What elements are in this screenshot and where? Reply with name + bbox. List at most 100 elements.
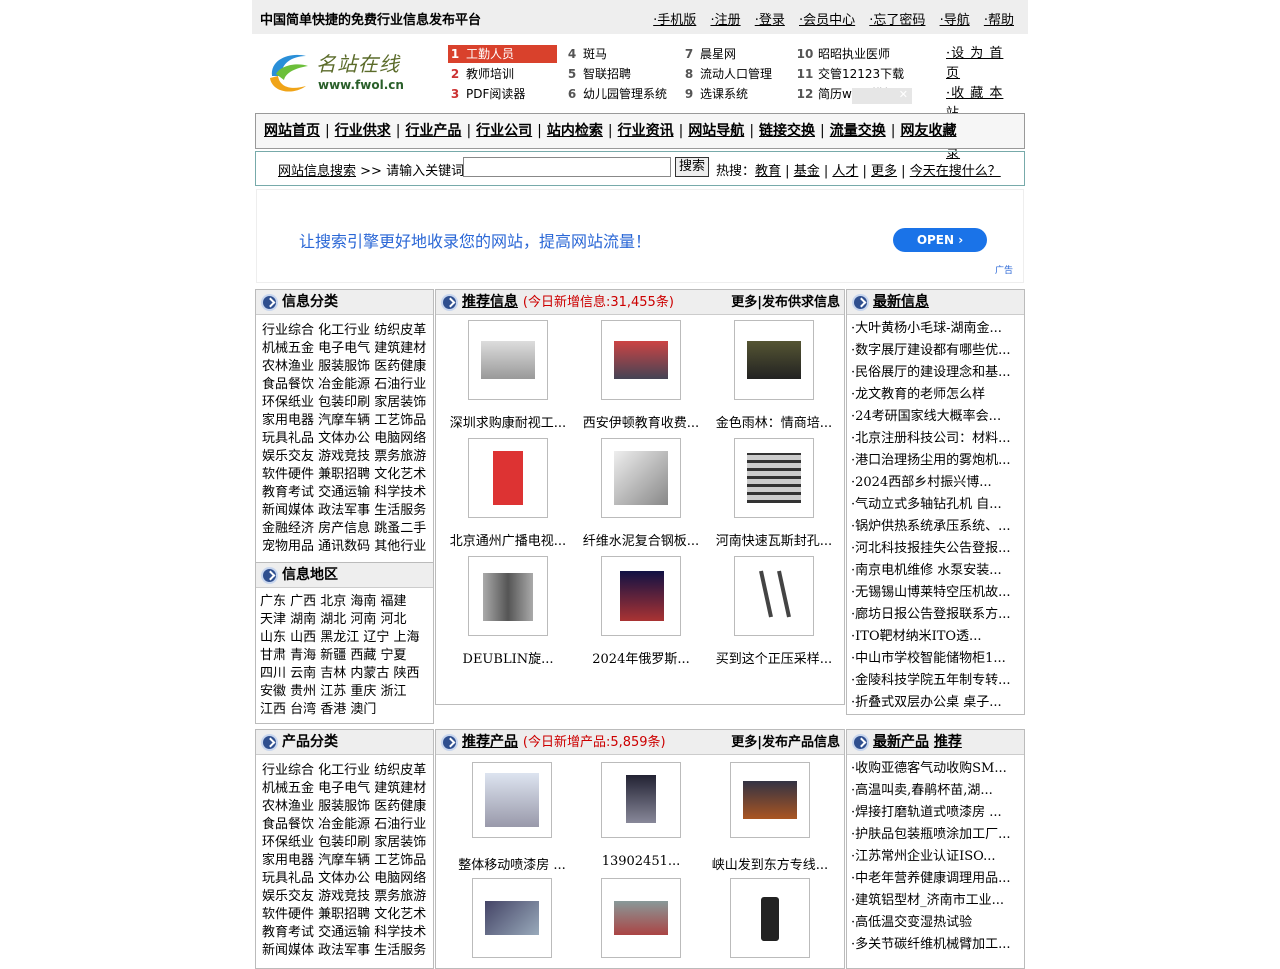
hot-item[interactable]: 8 流动人口管理 (682, 65, 772, 83)
set-homepage-link[interactable]: ·设 为 首 页 (946, 44, 1016, 84)
list-item[interactable]: ·建筑铝型材_济南市工业... (851, 890, 1011, 912)
category-row[interactable]: 家用电器 汽摩车辆 工艺饰品 (262, 412, 426, 430)
more-link[interactable]: 更多 (871, 164, 897, 179)
list-item[interactable]: ·河北科技报挂失公告登报... (851, 538, 1011, 560)
category-row[interactable]: 食品餐饮 冶金能源 石油行业 (262, 376, 426, 394)
category-row[interactable]: 教育考试 交通运输 科学技术 (262, 484, 426, 502)
nav-search[interactable]: 站内检索 (547, 123, 603, 139)
recommend-link[interactable]: 推荐 (934, 734, 962, 750)
site-search-link[interactable]: 网站信息搜索 (278, 164, 356, 179)
category-row[interactable]: 环保纸业 包装印刷 家居装饰 (262, 394, 426, 412)
list-item[interactable]: ·廊坊日报公告登报联系方... (851, 604, 1011, 626)
nav-products[interactable]: 行业产品 (405, 123, 461, 139)
list-item[interactable]: ·中山市学校智能储物柜1... (851, 648, 1011, 670)
site-logo[interactable]: 名站在线 www.fwol.cn (266, 46, 412, 98)
member-center-link[interactable]: ·会员中心 (799, 13, 855, 28)
list-item[interactable]: ·ITO靶材纳米ITO透... (851, 626, 1011, 648)
category-row[interactable]: 家用电器 汽摩车辆 工艺饰品 (262, 852, 426, 870)
list-item[interactable]: ·南京电机维修 水泵安装... (851, 560, 1011, 582)
register-link[interactable]: ·注册 (710, 13, 740, 28)
list-item[interactable]: ·大叶黄杨小毛球-湖南金... (851, 318, 1011, 340)
category-row[interactable]: 软件硬件 兼职招聘 文化艺术 (262, 466, 426, 484)
list-item[interactable]: ·护肤品包装瓶喷涂加工厂... (851, 824, 1011, 846)
category-row[interactable]: 教育考试 交通运输 科学技术 (262, 924, 426, 942)
hot-item[interactable]: 4 斑马 (565, 45, 607, 63)
panel-title[interactable]: 推荐信息 (462, 294, 518, 310)
category-row[interactable]: 行业综合 化工行业 纺织皮革 (262, 322, 426, 340)
panel-title[interactable]: 最新信息 (873, 290, 929, 315)
list-item[interactable]: ·收购亚德客气动收购SM... (851, 758, 1011, 780)
more-publish-link[interactable]: 更多|发布供求信息 (731, 290, 840, 315)
list-item[interactable]: ·高温叫卖,春鹃杯苗,湖... (851, 780, 1011, 802)
category-row[interactable]: 软件硬件 兼职招聘 文化艺术 (262, 906, 426, 924)
category-row[interactable]: 玩具礼品 文体办公 电脑网络 (262, 430, 426, 448)
nav-link-exchange[interactable]: 链接交换 (759, 123, 815, 139)
search-button[interactable]: 搜索 (675, 157, 709, 177)
hot-item[interactable]: 5 智联招聘 (565, 65, 631, 83)
hot-item[interactable]: 11 交管12123下载 (796, 65, 905, 83)
mobile-link[interactable]: ·手机版 (653, 13, 696, 28)
category-row[interactable]: 农林渔业 服装服饰 医药健康 (262, 358, 426, 376)
panel-title[interactable]: 最新产品 (873, 734, 929, 750)
region-row[interactable]: 天津 湖南 湖北 河南 河北 (260, 611, 420, 629)
list-item[interactable]: ·龙文教育的老师怎么样 (851, 384, 1011, 406)
nav-directory[interactable]: 网站导航 (688, 123, 744, 139)
category-row[interactable]: 宠物用品 通讯数码 其他行业 (262, 538, 426, 556)
category-row[interactable]: 机械五金 电子电气 建筑建材 (262, 340, 426, 358)
search-input[interactable] (463, 157, 671, 177)
forgot-password-link[interactable]: ·忘了密码 (869, 13, 925, 28)
hot-item[interactable]: 3 PDF阅读器 (448, 85, 526, 103)
category-row[interactable]: 娱乐交友 游戏竞技 票务旅游 (262, 448, 426, 466)
list-item[interactable]: ·24考研国家线大概率会... (851, 406, 1011, 428)
hot-item[interactable]: 10 昭昭执业医师 (796, 45, 890, 63)
list-item[interactable]: ·折叠式双层办公桌 桌子... (851, 692, 1011, 714)
list-item[interactable]: ·金陵科技学院五年制专转... (851, 670, 1011, 692)
hot-item[interactable]: 2 教师培训 (448, 65, 514, 83)
list-item[interactable]: ·北京注册科技公司：材料... (851, 428, 1011, 450)
more-publish-link[interactable]: 更多|发布产品信息 (731, 730, 840, 755)
hot-item[interactable]: 6 幼儿园管理系统 (565, 85, 667, 103)
list-item[interactable]: ·焊接打磨轨道式喷漆房 ... (851, 802, 1011, 824)
ad-open-button[interactable]: OPEN › (893, 228, 987, 252)
list-item[interactable]: ·数字展厅建设都有哪些优... (851, 340, 1011, 362)
category-row[interactable]: 食品餐饮 冶金能源 石油行业 (262, 816, 426, 834)
region-row[interactable]: 安徽 贵州 江苏 重庆 浙江 (260, 683, 420, 701)
category-row[interactable]: 金融经济 房产信息 跳蚤二手 (262, 520, 426, 538)
hot-search-link[interactable]: 教育 (755, 164, 781, 179)
nav-news[interactable]: 行业资讯 (618, 123, 674, 139)
list-item[interactable]: ·2024西部乡村振兴博... (851, 472, 1011, 494)
login-link[interactable]: ·登录 (755, 13, 785, 28)
today-search-link[interactable]: 今天在搜什么？ (910, 164, 1001, 179)
list-item[interactable]: ·中老年营养健康调理用品... (851, 868, 1011, 890)
help-link[interactable]: ·帮助 (984, 13, 1014, 28)
list-item[interactable]: ·民俗展厅的建设理念和基... (851, 362, 1011, 384)
nav-traffic-exchange[interactable]: 流量交换 (830, 123, 886, 139)
hot-item[interactable]: 1 工勤人员 (448, 45, 557, 63)
list-item[interactable]: ·港口治理扬尘用的雾炮机... (851, 450, 1011, 472)
list-item[interactable]: ·无锡锡山博莱特空压机故... (851, 582, 1011, 604)
category-row[interactable]: 新闻媒体 政法军事 生活服务 (262, 942, 426, 960)
hot-search-link[interactable]: 基金 (794, 164, 820, 179)
list-item[interactable]: ·江苏常州企业认证ISO... (851, 846, 1011, 868)
category-row[interactable]: 环保纸业 包装印刷 家居装饰 (262, 834, 426, 852)
region-row[interactable]: 四川 云南 吉林 内蒙古 陕西 (260, 665, 420, 683)
ad-banner[interactable]: 让搜索引擎更好地收录您的网站，提高网站流量！ OPEN › 广告 (256, 189, 1024, 283)
region-row[interactable]: 甘肃 青海 新疆 西藏 宁夏 (260, 647, 420, 665)
close-icon[interactable]: ✕ (852, 88, 912, 104)
category-row[interactable]: 机械五金 电子电气 建筑建材 (262, 780, 426, 798)
hot-item[interactable]: 7 晨星网 (682, 45, 736, 63)
list-item[interactable]: ·锅炉供热系统承压系统、... (851, 516, 1011, 538)
category-row[interactable]: 娱乐交友 游戏竞技 票务旅游 (262, 888, 426, 906)
category-row[interactable]: 农林渔业 服装服饰 医药健康 (262, 798, 426, 816)
hot-item[interactable]: 9 选课系统 (682, 85, 748, 103)
nav-favorites[interactable]: 网友收藏 (900, 123, 956, 139)
hot-search-link[interactable]: 人才 (832, 164, 858, 179)
nav-supply[interactable]: 行业供求 (335, 123, 391, 139)
category-row[interactable]: 新闻媒体 政法军事 生活服务 (262, 502, 426, 520)
list-item[interactable]: ·气动立式多轴钻孔机 自... (851, 494, 1011, 516)
region-row[interactable]: 广东 广西 北京 海南 福建 (260, 593, 420, 611)
region-row[interactable]: 江西 台湾 香港 澳门 (260, 701, 420, 719)
category-row[interactable]: 行业综合 化工行业 纺织皮革 (262, 762, 426, 780)
region-row[interactable]: 山东 山西 黑龙江 辽宁 上海 (260, 629, 420, 647)
nav-companies[interactable]: 行业公司 (476, 123, 532, 139)
